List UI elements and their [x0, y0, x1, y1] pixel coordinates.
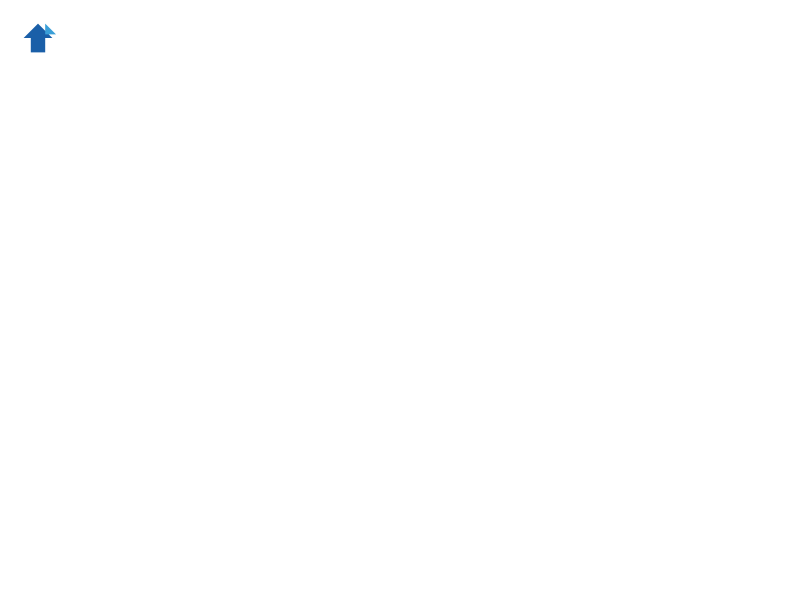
logo [20, 20, 60, 56]
page-header [20, 20, 772, 56]
logo-icon [20, 20, 56, 56]
